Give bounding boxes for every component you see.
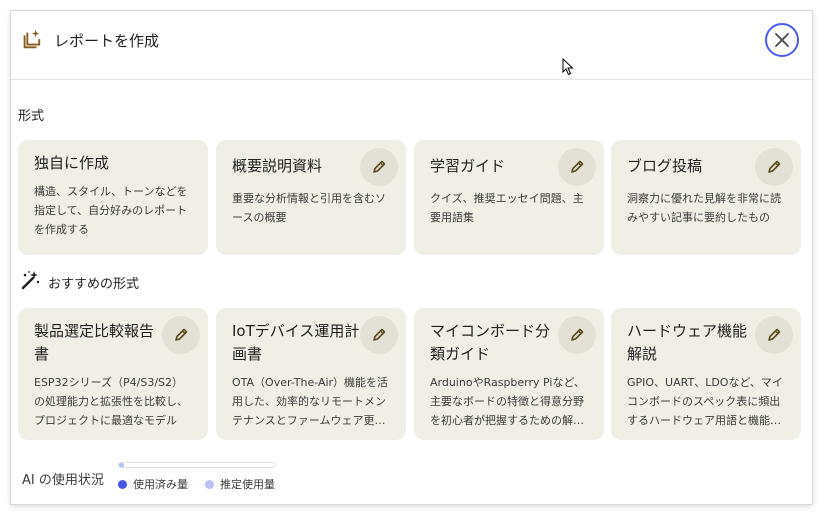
edit-button[interactable] [360,148,398,186]
edit-button[interactable] [755,316,793,354]
edit-button[interactable] [360,316,398,354]
card-description: クイズ、推奨エッセイ問題、主要用語集 [430,192,584,224]
report-spark-icon [23,29,41,49]
mouse-cursor-icon [562,58,574,76]
pencil-icon [175,328,188,341]
formats-label: 形式 [18,109,45,124]
legend-estimated: 推定使用量 [205,476,275,492]
close-icon [775,33,789,47]
card-description: ArduinoやRaspberry Piなど、主要なボードの特徴と得意分野を初心… [430,376,585,427]
legend-dot-used [118,479,127,489]
card-title: 独自に作成 [34,154,110,172]
pencil-icon [373,328,386,341]
legend-used: 使用済み量 [118,476,188,492]
card-description: 構造、スタイル、トーンなどを指定して、自分好みのレポートを作成する [34,185,188,236]
ai-usage-fill [119,463,124,467]
format-card-study-guide[interactable]: 学習ガイド クイズ、推奨エッセイ問題、主要用語集 [414,140,604,255]
pencil-icon [571,328,584,341]
pencil-icon [571,160,584,173]
card-title: 製品選定比較報告書 [34,322,155,363]
pencil-icon [373,160,386,173]
format-card-blog-post[interactable]: ブログ投稿 洞察力に優れた見解を非常に読みやすい記事に要約したもの [611,140,801,255]
card-title: ブログ投稿 [627,157,703,175]
card-title: 概要説明資料 [232,157,323,175]
format-card-briefing[interactable]: 概要説明資料 重要な分析情報と引用を含むソースの概要 [216,140,406,255]
card-description: OTA（Over-The-Air）機能を活用した、効率的なリモートメンテナンスと… [232,376,389,427]
card-description: 重要な分析情報と引用を含むソースの概要 [232,192,386,224]
ai-usage-bar [118,462,276,468]
card-description: ESP32シリーズ（P4/S3/S2）の処理能力と拡張性を比較し、プロジェクトに… [34,376,188,427]
legend-label-used: 使用済み量 [133,478,188,491]
card-title: マイコンボード分類ガイド [430,322,551,363]
recommended-card-product-comparison[interactable]: 製品選定比較報告書 ESP32シリーズ（P4/S3/S2）の処理能力と拡張性を比… [18,308,208,440]
edit-button[interactable] [558,316,596,354]
card-title: IoTデバイス運用計画書 [232,322,360,363]
card-title: 学習ガイド [430,157,506,175]
legend-label-estimated: 推定使用量 [220,478,275,491]
close-button[interactable] [765,23,799,57]
create-report-dialog: レポートを作成 形式 独自に作成 構造、スタイル、トーンなどを指定して、自分好み… [11,11,812,504]
edit-button[interactable] [162,316,200,354]
pencil-icon [768,160,781,173]
format-card-custom[interactable]: 独自に作成 構造、スタイル、トーンなどを指定して、自分好みのレポートを作成する [18,140,208,255]
recommended-card-board-guide[interactable]: マイコンボード分類ガイド ArduinoやRaspberry Piなど、主要なボ… [414,308,604,440]
edit-button[interactable] [755,148,793,186]
recommended-card-hardware-glossary[interactable]: ハードウェア機能解説 GPIO、UART、LDOなど、マイコンボードのスペック表… [611,308,801,440]
card-title: ハードウェア機能解説 [627,322,748,363]
magic-wand-icon [21,271,40,290]
dialog-header: レポートを作成 [11,11,812,80]
recommended-label: おすすめの形式 [48,277,140,292]
card-description: 洞察力に優れた見解を非常に読みやすい記事に要約したもの [627,192,781,224]
legend-dot-estimated [205,479,214,489]
recommended-card-iot-plan[interactable]: IoTデバイス運用計画書 OTA（Over-The-Air）機能を活用した、効率… [216,308,406,440]
dialog-title: レポートを作成 [54,32,160,50]
edit-button[interactable] [558,148,596,186]
ai-usage-label: AI の使用状況 [22,473,104,488]
pencil-icon [768,328,781,341]
card-description: GPIO、UART、LDOなど、マイコンボードのスペック表に頻出するハードウェア… [627,376,783,427]
